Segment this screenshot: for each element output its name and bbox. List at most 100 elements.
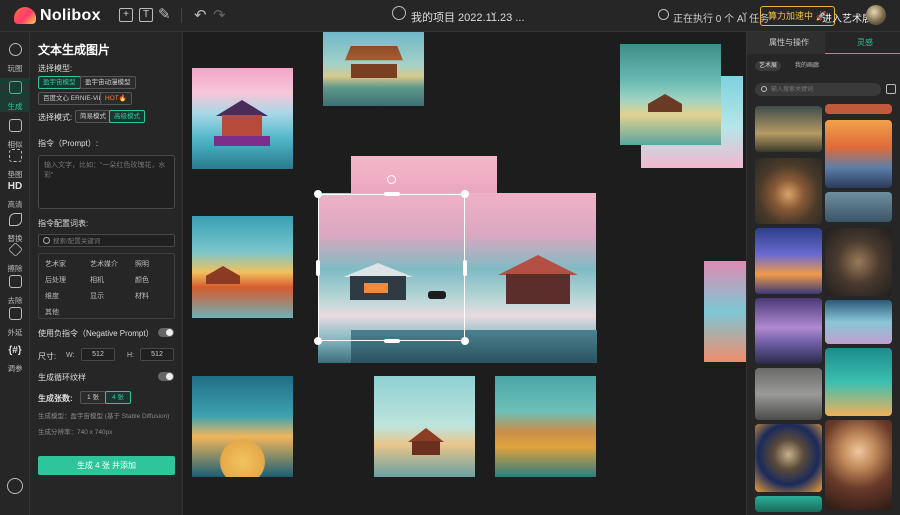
tool-rail: 玩图 生成 相似 垫图 HD 高清 替换 擦除 去除 外延 {#} 调参 (0, 32, 30, 515)
width-input[interactable]: 512 (81, 348, 115, 361)
inspiration-search[interactable] (755, 83, 881, 96)
category-medium[interactable]: 艺术媒介 (90, 259, 118, 269)
count-option-1[interactable]: 1 张 (80, 391, 106, 404)
rail-item-erase[interactable]: 擦除 (0, 240, 30, 274)
selection-box[interactable] (318, 194, 465, 341)
text-tool-icon[interactable]: T (139, 8, 153, 22)
mode-advanced[interactable]: 高级模式 (109, 110, 145, 123)
artwork-teal-cabin[interactable] (620, 44, 721, 145)
undo-icon[interactable]: ↶ (194, 6, 207, 24)
art-gallery-link[interactable]: 进入艺术展 (822, 10, 872, 25)
artwork-pink-sky-house[interactable] (192, 68, 293, 169)
category-other[interactable]: 其他 (45, 307, 59, 317)
category-list: 艺术家 艺术媒介 照明 后处理 相机 颜色 维度 显示 材料 其他 (38, 253, 175, 319)
rail-item-remove[interactable]: 去除 (0, 272, 30, 306)
rail-item-outpaint[interactable]: 外延 (0, 304, 30, 338)
category-lighting[interactable]: 照明 (135, 259, 149, 269)
cloud-upload-icon[interactable] (392, 6, 406, 20)
gallery-thumb-10[interactable] (825, 348, 892, 416)
gallery-thumb-14[interactable] (755, 496, 822, 512)
gallery-thumb-2[interactable] (755, 106, 822, 152)
nolibox-logo-icon (14, 7, 36, 24)
top-bar: Nolibox + T ✎ ↶ ↷ 我的项目 2022.11.23 ... ⌄ … (0, 0, 900, 32)
gear-icon[interactable] (7, 478, 23, 494)
resize-handle-top-right[interactable] (461, 190, 469, 198)
paint-icon (8, 81, 22, 94)
count-option-4[interactable]: 4 张 (105, 391, 131, 404)
category-color[interactable]: 颜色 (135, 275, 149, 285)
rail-item-similar[interactable]: 相似 (0, 116, 30, 150)
subtab-my-gallery[interactable]: 我的画廊 (791, 61, 823, 71)
grid-icon (8, 43, 22, 56)
artwork-sunset-bubble[interactable] (192, 376, 293, 477)
dict-search-input[interactable] (53, 236, 171, 246)
category-material[interactable]: 材料 (135, 291, 149, 301)
pen-tool-icon[interactable]: ✎ (158, 5, 171, 23)
gallery-thumb-6[interactable] (755, 228, 822, 294)
rotate-handle-icon[interactable] (387, 175, 396, 184)
gallery-thumb-11[interactable] (755, 368, 822, 420)
mode-simple[interactable]: 简易模式 (75, 110, 111, 123)
outpaint-icon (8, 307, 22, 320)
tab-properties[interactable]: 属性与操作 (769, 37, 809, 48)
category-camera[interactable]: 相机 (90, 275, 104, 285)
prompt-label: 指令（Prompt）: (38, 139, 99, 148)
rail-item-hd[interactable]: HD 高清 (0, 178, 30, 212)
category-dimension[interactable]: 维度 (45, 291, 59, 301)
rail-item-params[interactable]: {#} 调参 (0, 342, 30, 376)
negative-prompt-toggle[interactable] (158, 328, 174, 337)
expand-icon (8, 149, 22, 162)
resize-handle-left[interactable] (316, 260, 320, 276)
category-postprocess[interactable]: 后处理 (45, 275, 66, 285)
dict-search[interactable] (38, 234, 175, 247)
copy-icon (8, 119, 22, 132)
height-input[interactable]: 512 (140, 348, 174, 361)
artwork-autumn-cabin[interactable] (192, 216, 293, 318)
resize-handle-top-left[interactable] (314, 190, 322, 198)
rail-item-play[interactable]: 玩图 (0, 40, 30, 74)
subtab-art-gallery[interactable]: 艺术展 (755, 61, 782, 71)
rail-item-img2img[interactable]: 垫图 (0, 146, 30, 180)
generate-button[interactable]: 生成 4 张 并添加 (38, 456, 175, 475)
add-frame-icon[interactable]: + (119, 8, 133, 22)
dict-label: 指令配置词表: (38, 219, 89, 228)
category-display[interactable]: 显示 (90, 291, 104, 301)
project-title[interactable]: 我的项目 2022.11.23 ... (411, 9, 525, 25)
gallery-thumb-5[interactable] (825, 192, 892, 222)
gallery-thumb-4[interactable] (755, 158, 822, 224)
resize-handle-bottom-left[interactable] (314, 337, 322, 345)
inspiration-search-input[interactable] (771, 85, 875, 94)
avatar[interactable] (866, 5, 886, 25)
prompt-input[interactable] (38, 155, 175, 209)
share-icon[interactable] (886, 84, 896, 94)
canvas[interactable] (183, 32, 746, 515)
artwork-main-top[interactable] (351, 156, 497, 193)
artwork-island-house[interactable] (374, 376, 475, 477)
artwork-cropped-right[interactable] (704, 261, 746, 362)
ai-task-status[interactable]: 正在执行 0 个 AI 任务 (673, 10, 769, 25)
project-dropdown-icon[interactable]: ⌄ (489, 5, 498, 18)
category-artist[interactable]: 艺术家 (45, 259, 66, 269)
gallery-thumb-7[interactable] (825, 228, 892, 296)
resize-handle-right[interactable] (463, 260, 467, 276)
gallery-thumb-13[interactable] (825, 420, 892, 510)
artwork-lake-cabin[interactable] (323, 32, 424, 106)
gallery-thumb-3[interactable] (825, 120, 892, 188)
model-option-universe[interactable]: 盈宇宙模型 (38, 76, 81, 89)
rail-item-generate[interactable]: 生成 (0, 78, 30, 112)
model-option-anime[interactable]: 盈宇宙动漫模型 (80, 76, 136, 89)
gallery-thumb-1[interactable] (825, 104, 892, 114)
loop-pattern-toggle[interactable] (158, 372, 174, 381)
rail-item-replace[interactable]: 替换 (0, 210, 30, 244)
eraser-icon (7, 242, 23, 257)
resize-handle-top[interactable] (384, 192, 400, 196)
artwork-autumn-forest[interactable] (495, 376, 596, 477)
resize-handle-bottom-right[interactable] (461, 337, 469, 345)
resize-handle-bottom[interactable] (384, 339, 400, 343)
gallery-thumb-8[interactable] (755, 298, 822, 364)
tab-inspiration[interactable]: 灵感 (857, 37, 873, 48)
gallery-thumb-9[interactable] (825, 300, 892, 344)
redo-icon[interactable]: ↷ (213, 6, 226, 24)
task-dropdown-icon[interactable]: ⌄ (740, 5, 749, 18)
gallery-thumb-12[interactable] (755, 424, 822, 492)
